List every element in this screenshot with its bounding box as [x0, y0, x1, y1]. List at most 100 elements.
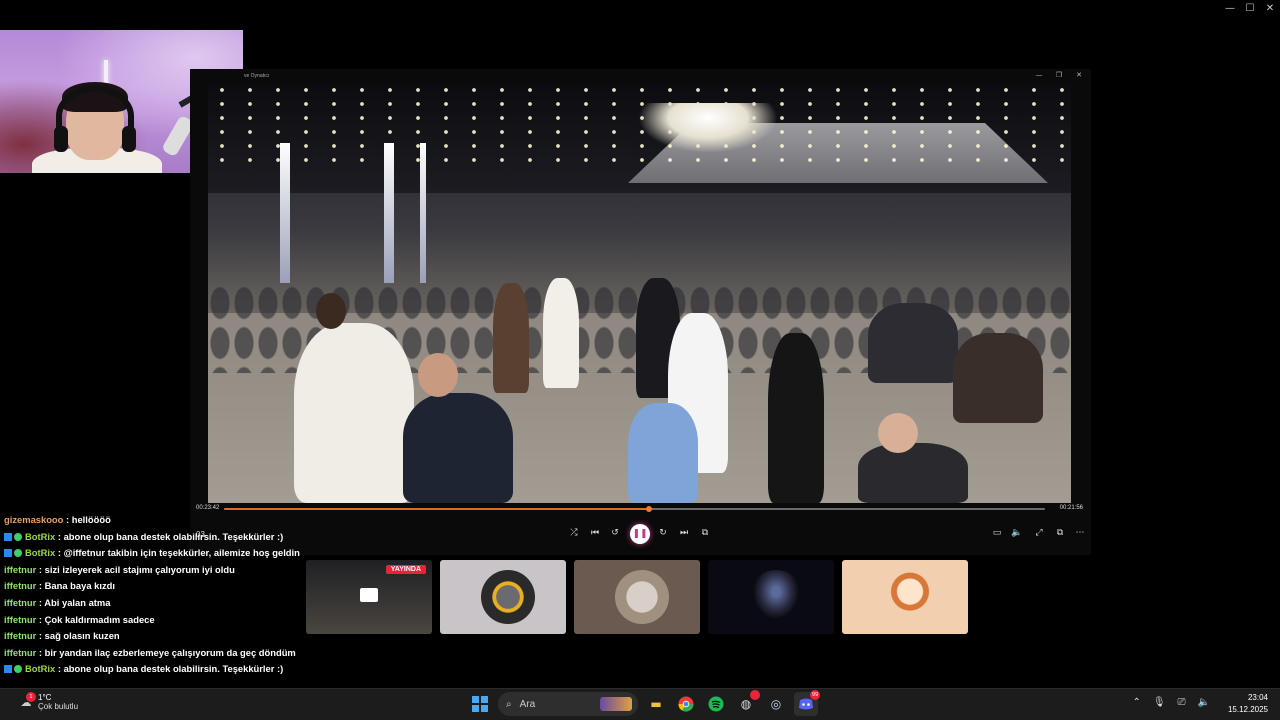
search-icon: ⌕	[506, 698, 512, 710]
chat-username[interactable]: BotRix	[25, 663, 55, 674]
chrome-icon[interactable]	[674, 692, 698, 716]
chat-username[interactable]: iffetnur	[4, 564, 36, 575]
file-explorer-icon[interactable]: ▬	[644, 692, 668, 716]
taskbar-search[interactable]: ⌕ Ara	[498, 692, 638, 716]
channel-avatar	[749, 570, 803, 624]
live-badge: YAYINDA	[385, 565, 426, 574]
obs-icon[interactable]: ◍	[734, 690, 760, 716]
rewind-icon[interactable]: ↺	[608, 528, 622, 538]
man-head	[316, 293, 346, 329]
bot-badge-icon	[4, 665, 12, 674]
chat-text: Abi yalan atma	[44, 596, 111, 608]
time-elapsed: 00:23:42	[196, 505, 220, 511]
chat-username[interactable]: iffetnur	[4, 580, 36, 591]
speaker-icon[interactable]: 🔈	[1198, 697, 1210, 708]
spotify-icon[interactable]	[704, 692, 728, 716]
player-restore-button[interactable]: ❐	[1053, 71, 1065, 79]
subtitles-icon[interactable]: ⧉	[698, 528, 712, 538]
clock[interactable]: 23:04 15.12.2025	[1228, 692, 1268, 716]
boy-head	[878, 413, 918, 453]
video-frame[interactable]	[208, 83, 1071, 503]
chat-separator: :	[36, 646, 45, 658]
seek-fill	[224, 508, 650, 510]
clock-time: 23:04	[1247, 693, 1268, 702]
maximize-button[interactable]: ☐	[1240, 0, 1260, 16]
chat-username[interactable]: iffetnur	[4, 630, 36, 641]
player-window-controls: — ❐ ✕	[1033, 71, 1085, 79]
boy-foreground	[858, 443, 968, 503]
man-white-shirt-2	[543, 278, 579, 388]
weather-widget[interactable]: ☁ 1 1°C Çok bulutlu	[18, 692, 78, 711]
network-icon[interactable]: ⎚	[1178, 697, 1186, 708]
verified-icon	[14, 549, 22, 558]
close-button[interactable]: ✕	[1260, 0, 1280, 16]
chat-separator: :	[36, 630, 45, 642]
chat-message: iffetnur : Çok kaldırmadım sadece	[0, 612, 300, 629]
system-tray: ⌃ 🎙 ⎚ 🔈	[1132, 697, 1210, 708]
seated-guests	[868, 303, 958, 383]
discord-badge: 99	[810, 690, 820, 700]
shuffle-icon[interactable]: ⤮	[567, 528, 581, 538]
chat-username[interactable]: BotRix	[25, 531, 55, 542]
man-black-shirt	[768, 333, 824, 503]
stream-thumbnail-live[interactable]: YAYINDA	[306, 560, 432, 634]
verified-icon	[14, 665, 22, 674]
chat-username[interactable]: gizemaskooo	[4, 514, 63, 525]
headset-right-ear	[122, 126, 136, 152]
stream-thumbnail[interactable]	[708, 560, 834, 634]
miniplayer-icon[interactable]: ▭	[990, 528, 1004, 538]
chat-username[interactable]: iffetnur	[4, 614, 36, 625]
microphone-tray-icon[interactable]: 🎙	[1153, 697, 1166, 708]
player-minimize-button[interactable]: —	[1033, 71, 1045, 79]
steam-icon[interactable]: ◎	[764, 692, 788, 716]
chat-text: abone olup bana destek olabilirsin. Teşe…	[63, 530, 284, 542]
more-options-icon[interactable]: ⋯	[1073, 528, 1087, 538]
verified-icon	[14, 532, 22, 541]
obs-badge	[750, 690, 760, 700]
player-close-button[interactable]: ✕	[1073, 71, 1085, 79]
chat-username[interactable]: iffetnur	[4, 647, 36, 658]
seek-bar[interactable]: 00:23:42 00:21:56	[196, 505, 1083, 515]
minimize-button[interactable]: —	[1220, 0, 1240, 16]
chat-separator: :	[55, 663, 64, 675]
stream-thumbnail[interactable]	[842, 560, 968, 634]
chat-message: iffetnur : sağ olasın kuzen	[0, 628, 300, 645]
chat-text: Çok kaldırmadım sadece	[44, 613, 155, 625]
player-title: ve Oynatıcı	[244, 73, 270, 79]
chat-username[interactable]: iffetnur	[4, 597, 36, 608]
pause-button[interactable]: ❚❚	[630, 524, 650, 544]
forward-icon[interactable]: ↻	[656, 528, 670, 538]
chat-text: abone olup bana destek olabilirsin. Teşe…	[63, 663, 284, 675]
seek-handle[interactable]	[646, 506, 653, 512]
headset-left-ear	[54, 126, 68, 152]
chat-message: iffetnur : Bana baya kızdı	[0, 578, 300, 595]
lit-pillar	[420, 143, 426, 283]
chat-separator: :	[55, 547, 64, 559]
next-icon[interactable]: ⏭	[677, 528, 691, 538]
chat-separator: :	[36, 563, 45, 575]
chat-panel: gizemaskooo : hellöööö BotRix : abone olu…	[0, 514, 300, 684]
chat-text: Bana baya kızdı	[44, 580, 115, 592]
stream-thumbnail[interactable]	[440, 560, 566, 634]
chevron-up-icon[interactable]: ⌃	[1132, 697, 1140, 708]
windows-start-icon[interactable]	[468, 692, 492, 716]
search-placeholder: Ara	[519, 698, 536, 710]
chat-message: BotRix : @iffetnur takibin için teşekkür…	[0, 545, 300, 562]
seek-track[interactable]	[224, 506, 1045, 512]
stream-thumbnail[interactable]	[574, 560, 700, 634]
chat-text: sağ olasın kuzen	[44, 630, 120, 642]
taskbar-apps: ⌕ Ara ▬ ◍ ◎ 99	[468, 690, 820, 716]
chat-text: @iffetnur takibin için teşekkürler, aile…	[63, 547, 300, 559]
chat-message: gizemaskooo : hellöööö	[0, 512, 300, 529]
search-highlight-icon	[600, 697, 632, 711]
discord-icon[interactable]: 99	[794, 690, 820, 716]
chat-separator: :	[36, 613, 45, 625]
previous-icon[interactable]: ⏮	[588, 528, 602, 538]
chat-username[interactable]: BotRix	[25, 547, 55, 558]
pip-icon[interactable]: ⧉	[1053, 528, 1067, 538]
fullscreen-icon[interactable]: ⤢	[1032, 528, 1046, 538]
seated-guests-right	[953, 333, 1043, 423]
weather-badge: 1	[26, 692, 36, 702]
chat-message: iffetnur : Abi yalan atma	[0, 595, 300, 612]
volume-icon[interactable]: 🔈	[1010, 528, 1024, 538]
